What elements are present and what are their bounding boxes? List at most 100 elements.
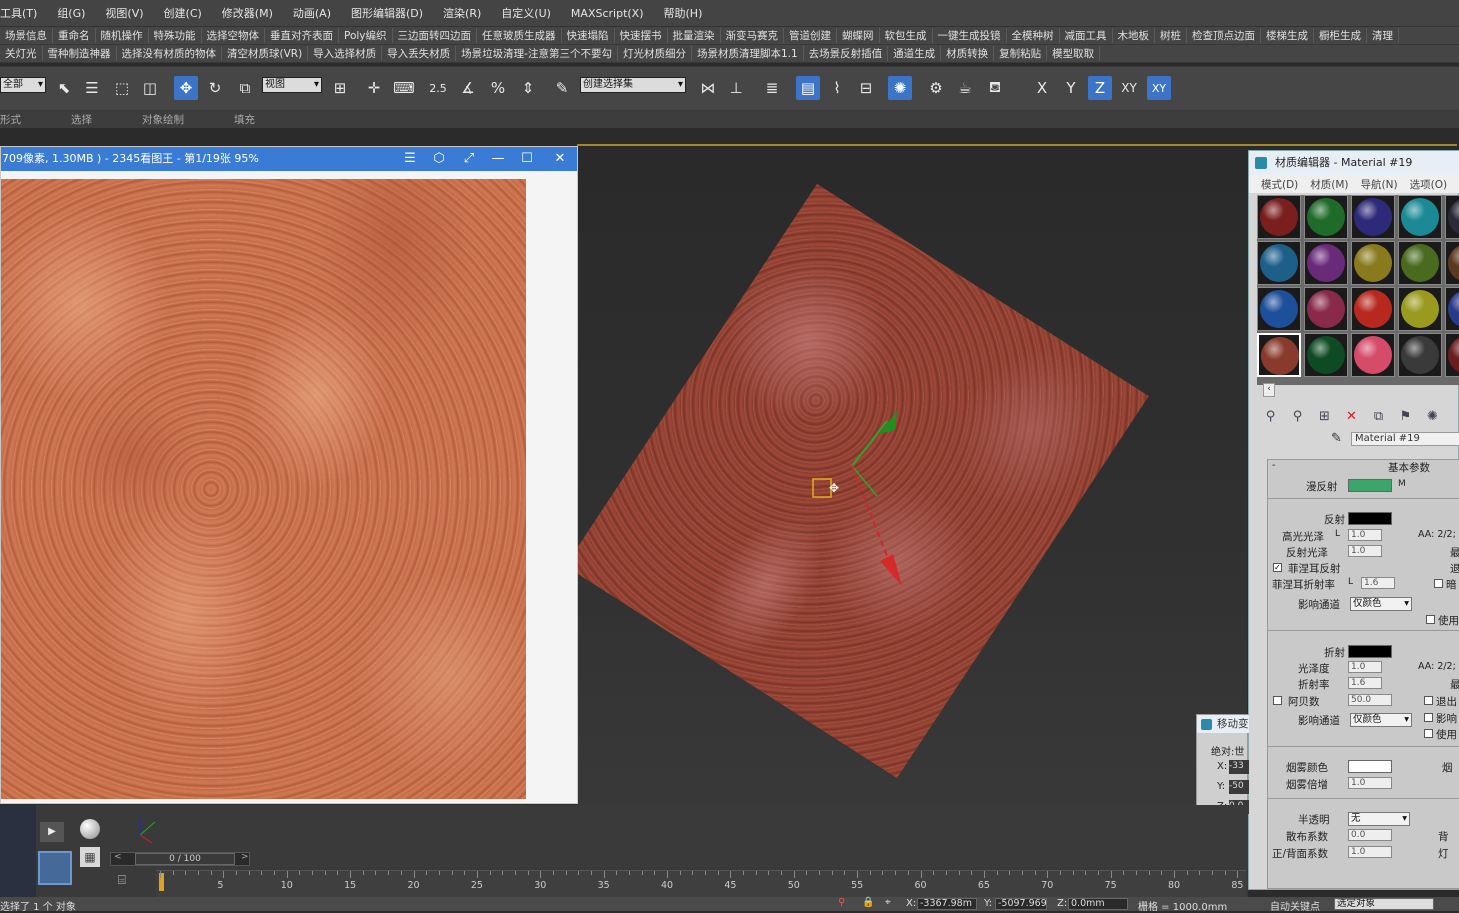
plugin-button-row2-5[interactable]: 导入丢失材质 [382, 46, 457, 61]
move-x-input[interactable]: -33 [1229, 760, 1249, 774]
plugin-button-row2-1[interactable]: 雪种制造神器 [43, 46, 117, 61]
percent-snap-icon[interactable]: % [486, 76, 510, 100]
diffuse-map-button[interactable]: M [1398, 479, 1406, 489]
plugin-button-10[interactable]: 快速摆书 [615, 28, 668, 43]
material-slot[interactable] [1351, 287, 1395, 331]
material-slot[interactable] [1257, 241, 1301, 285]
axis-z-button[interactable]: Z [1088, 76, 1112, 100]
refl-gloss-input[interactable]: 1.0 [1348, 545, 1382, 557]
time-slider-prev-icon[interactable]: < [114, 852, 122, 862]
spinner-snap-icon[interactable]: ⇕ [516, 76, 540, 100]
menu-item-0[interactable]: 工具(T) [0, 5, 47, 21]
mated-menu-item-0[interactable]: 模式(D) [1261, 177, 1298, 192]
mated-menu-item-3[interactable]: 选项(O) [1410, 177, 1447, 192]
skin-icon[interactable]: ⬡ [425, 147, 453, 171]
ribbon-tab-0[interactable]: 形式 [0, 112, 21, 127]
material-slot[interactable] [1304, 333, 1348, 377]
diffuse-color-swatch[interactable] [1348, 479, 1392, 492]
maxscript-listener-panel[interactable] [0, 805, 36, 897]
plugin-button-13[interactable]: 管道创建 [784, 28, 838, 43]
plugin-button-row2-8[interactable]: 场景材质清理脚本1.1 [692, 46, 804, 61]
track-bar-icon[interactable]: ⌸ [118, 873, 140, 891]
menu-item-8[interactable]: 自定义(U) [491, 5, 561, 21]
move-dialog-titlebar[interactable]: 移动变 [1197, 715, 1249, 733]
close-icon[interactable]: ✕ [546, 147, 574, 171]
assign-material-icon[interactable]: ⊞ [1311, 409, 1338, 424]
plugin-button-9[interactable]: 快速塌陷 [562, 28, 615, 43]
material-slot[interactable] [1304, 287, 1348, 331]
abs-mode-icon[interactable]: ⌖ [885, 897, 891, 908]
plugin-button-row2-10[interactable]: 通道生成 [888, 46, 942, 61]
affect-channels-dropdown[interactable]: 仅颜色 [1350, 597, 1412, 611]
viewport-layout-icon[interactable] [38, 851, 72, 885]
scale-tool-icon[interactable]: ⧉ [233, 76, 257, 100]
rotate-tool-icon[interactable]: ↻ [203, 76, 227, 100]
abbe-input[interactable]: 50.0 [1348, 694, 1392, 706]
plugin-button-17[interactable]: 全模种树 [1007, 28, 1060, 43]
pivot-center-icon[interactable]: ⊞ [328, 76, 352, 100]
lock-selection-icon[interactable]: 🔒 [862, 897, 874, 908]
use-interp-checkbox-2[interactable] [1424, 729, 1433, 738]
plugin-button-row2-2[interactable]: 选择没有材质的物体 [117, 46, 222, 61]
mated-menu-item-1[interactable]: 材质(M) [1310, 177, 1348, 192]
move-tool-icon[interactable]: ✥ [174, 76, 198, 100]
ribbon-tab-2[interactable]: 对象绘制 [142, 112, 184, 127]
menu-item-10[interactable]: 帮助(H) [654, 5, 713, 21]
coord-y-field[interactable]: -5097.969 [995, 898, 1047, 910]
material-editor-titlebar[interactable]: 材质编辑器 - Material #19 [1249, 151, 1459, 175]
frame-counter[interactable]: 0 / 100 [135, 853, 235, 865]
plugin-button-18[interactable]: 减面工具 [1060, 28, 1113, 43]
time-slider-next-icon[interactable]: > [241, 852, 249, 862]
mated-menu-item-2[interactable]: 导航(N) [1361, 177, 1398, 192]
plugin-button-20[interactable]: 树桩 [1155, 28, 1188, 43]
dim-dist-checkbox[interactable] [1434, 579, 1443, 588]
material-slot[interactable] [1445, 241, 1459, 285]
material-effects-icon[interactable]: ✺ [1419, 409, 1446, 424]
plugin-button-24[interactable]: 清理 [1367, 28, 1400, 43]
scroll-left-icon[interactable]: ‹ [1263, 383, 1275, 397]
fresnel-ior-input[interactable]: 1.6 [1361, 577, 1395, 589]
glossiness-input[interactable]: 1.0 [1348, 661, 1382, 673]
ribbon-tab-1[interactable]: 选择 [71, 112, 92, 127]
plugin-button-row2-7[interactable]: 灯光材质细分 [618, 46, 692, 61]
plugin-button-row2-13[interactable]: 模型取取 [1047, 46, 1101, 61]
material-slot[interactable] [1351, 241, 1395, 285]
menu-item-6[interactable]: 图形编辑器(D) [341, 5, 433, 21]
affect-channels-dropdown-2[interactable]: 仅颜色 [1350, 713, 1412, 727]
ior-input[interactable]: 1.6 [1348, 677, 1382, 689]
edit-named-sel-icon[interactable]: ✎ [550, 76, 574, 100]
make-unique-icon[interactable]: ⚑ [1392, 409, 1419, 424]
render-production-icon[interactable]: ⛾ [983, 76, 1007, 100]
gizmo-y-axis[interactable] [851, 420, 888, 467]
fog-color-swatch[interactable] [1348, 760, 1392, 773]
fresnel-ior-lock[interactable]: L [1348, 577, 1353, 587]
select-object-icon[interactable]: ⬉ [52, 76, 76, 100]
use-interp-checkbox[interactable] [1426, 615, 1435, 624]
axis-xy-cycle-button[interactable]: XY [1147, 76, 1171, 100]
axis-xy-button[interactable]: XY [1117, 76, 1141, 100]
reference-coord-dropdown[interactable]: 视图 [262, 77, 322, 93]
copy-material-icon[interactable]: ⧉ [1365, 409, 1392, 424]
mirror-icon[interactable]: ⋈ [696, 76, 720, 100]
plugin-button-8[interactable]: 任意玻质生成器 [477, 28, 562, 43]
plugin-button-row2-9[interactable]: 去场景反射插值 [804, 46, 889, 61]
axis-x-button[interactable]: X [1030, 76, 1054, 100]
get-material-icon[interactable]: ⚲ [1257, 409, 1284, 424]
track-bar[interactable]: 5 10 15 20 25 30 35 40 45 50 55 60 65 70 75 80 85 [156, 870, 1246, 897]
plugin-button-1[interactable]: 重命名 [53, 28, 96, 43]
image-viewer-window[interactable]: 709像素, 1.30MB ) - 2345看图王 - 第1/19张 95% ☰… [0, 146, 578, 804]
fullscreen-icon[interactable]: ⤢ [455, 147, 483, 171]
play-icon[interactable]: ▶ [40, 822, 64, 842]
menu-item-9[interactable]: MAXScript(X) [561, 7, 654, 20]
material-slot[interactable] [1257, 287, 1301, 331]
material-slot[interactable] [1398, 241, 1442, 285]
plugin-button-16[interactable]: 一键生成投镜 [933, 28, 1007, 43]
angle-snap-icon[interactable]: ∡ [456, 76, 480, 100]
plugin-button-row2-12[interactable]: 复制粘贴 [994, 46, 1048, 61]
sphere-preview-icon[interactable] [80, 819, 100, 839]
plugin-button-15[interactable]: 软包生成 [880, 28, 933, 43]
rollout-collapse-icon[interactable]: - [1272, 460, 1276, 471]
plugin-button-5[interactable]: 垂直对齐表面 [265, 28, 339, 43]
plugin-button-row2-6[interactable]: 场景垃圾清理-注意第三个不要勾 [456, 46, 618, 61]
plugin-button-2[interactable]: 随机操作 [96, 28, 149, 43]
